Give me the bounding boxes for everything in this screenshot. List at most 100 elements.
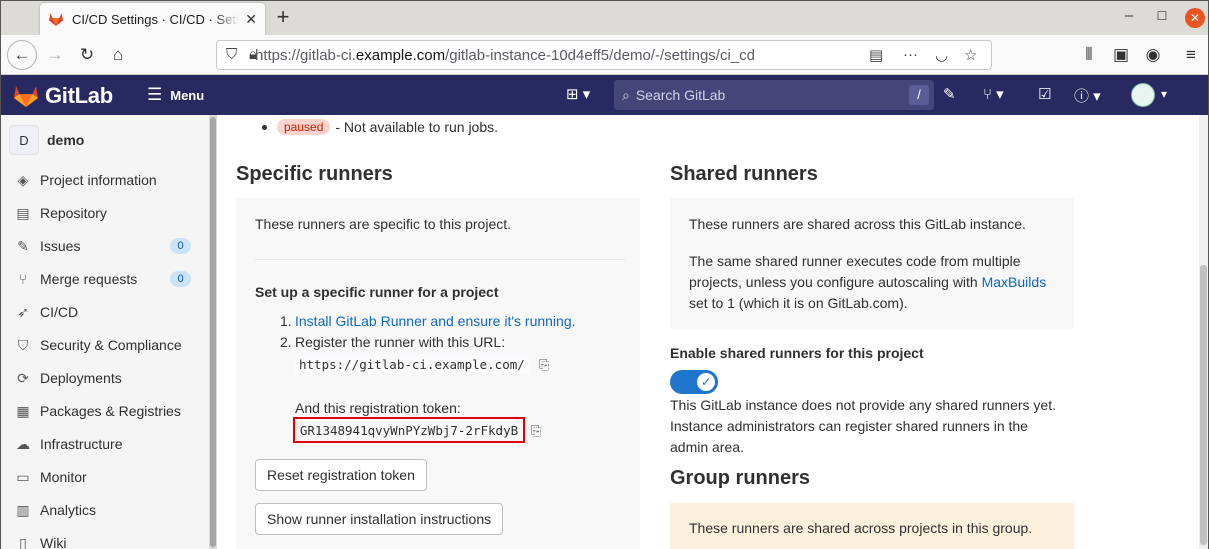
- lock-icon[interactable]: 🔒︎: [249, 46, 257, 63]
- more-actions-icon[interactable]: ···: [903, 46, 918, 63]
- reset-token-button[interactable]: Reset registration token: [255, 459, 427, 491]
- repository-icon: ▤: [16, 204, 30, 221]
- home-icon[interactable]: ⌂: [104, 41, 132, 69]
- paused-badge: paused: [277, 119, 331, 135]
- sidebar-item-merge-requests[interactable]: ⑂ Merge requests 0: [1, 264, 206, 294]
- token-label: And this registration token:: [295, 400, 461, 416]
- minimize-window-icon[interactable]: –: [1119, 7, 1139, 24]
- menu-label: Menu: [170, 87, 205, 103]
- step-1-number: 1.: [280, 313, 292, 329]
- search-placeholder: Search GitLab: [635, 87, 726, 103]
- sidebar-item-wiki[interactable]: ▯ Wiki: [1, 528, 206, 549]
- library-icon[interactable]: ⫴: [1075, 41, 1103, 69]
- main-content: paused - Not available to run jobs. Spec…: [217, 115, 1199, 549]
- install-runner-link[interactable]: Install GitLab Runner and ensure it's ru…: [295, 311, 576, 332]
- sidebar-scrollbar[interactable]: [209, 115, 217, 549]
- copy-url-icon[interactable]: ⎘: [539, 357, 553, 373]
- merge-requests-icon[interactable]: ⑂ ▾: [983, 85, 1004, 103]
- sidebar-item-label: Issues: [40, 238, 81, 254]
- forward-arrow-icon[interactable]: →: [41, 41, 69, 69]
- sidebar-item-infrastructure[interactable]: ☁ Infrastructure: [1, 429, 206, 459]
- back-arrow-icon[interactable]: ←: [7, 40, 37, 70]
- enable-shared-runners-label: Enable shared runners for this project: [670, 345, 924, 361]
- book-icon: ▯: [19, 534, 27, 549]
- project-avatar: D: [9, 125, 39, 155]
- chevron-down-icon[interactable]: ▾: [1161, 87, 1167, 101]
- gitlab-tanuki-icon: [14, 86, 38, 107]
- user-avatar[interactable]: [1131, 83, 1155, 107]
- shared-runners-intro: These runners are shared across this Git…: [689, 216, 1026, 232]
- gitlab-wordmark: GitLab: [45, 83, 113, 108]
- shield-icon[interactable]: ⛉: [226, 46, 237, 63]
- bullet: [262, 124, 267, 130]
- sidebar-toggle-icon[interactable]: ▣: [1107, 41, 1135, 69]
- help-icon[interactable]: ⓘ ▾: [1074, 85, 1101, 106]
- specific-runners-title: Specific runners: [236, 163, 393, 185]
- main-scrollbar-thumb[interactable]: [1200, 265, 1207, 545]
- search-shortcut-badge: /: [909, 85, 929, 105]
- shared-runners-title: Shared runners: [670, 163, 818, 185]
- issues-icon[interactable]: ✎: [943, 85, 956, 103]
- sidebar-scrollbar-thumb[interactable]: [210, 117, 216, 547]
- main-scrollbar[interactable]: [1199, 115, 1208, 549]
- shield-icon: ⛉: [17, 336, 29, 353]
- shared-note-line2: Instance administrators can register sha…: [670, 418, 1028, 434]
- close-window-icon[interactable]: ✕: [1185, 8, 1205, 28]
- specific-runners-intro: These runners are specific to this proje…: [255, 216, 512, 232]
- sidebar-item-label: Project information: [40, 172, 157, 188]
- group-runners-title: Group runners: [670, 467, 811, 489]
- sidebar-project-header[interactable]: D demo: [9, 125, 84, 155]
- package-icon: ▦: [16, 402, 30, 419]
- app-menu-icon[interactable]: ≡: [1177, 41, 1205, 69]
- shared-note-line3: admin area.: [670, 439, 744, 455]
- menu-button[interactable]: ☰ Menu: [147, 85, 204, 105]
- sidebar-item-monitor[interactable]: ▭ Monitor: [1, 462, 206, 492]
- search-input[interactable]: ⌕ Search GitLab /: [614, 80, 934, 110]
- todos-icon[interactable]: ☑: [1038, 85, 1051, 103]
- rocket-icon: ➶: [17, 303, 29, 320]
- reader-view-icon[interactable]: ▤: [869, 46, 883, 64]
- create-new-icon[interactable]: ⊞ ▾: [566, 85, 590, 103]
- browser-nav-bar: ← → ↻ ⌂ ⛉ 🔒︎ https://gitlab-ci.example.c…: [1, 35, 1208, 75]
- hamburger-icon: ☰: [147, 85, 163, 104]
- sidebar-item-analytics[interactable]: ▥ Analytics: [1, 495, 206, 525]
- sidebar-item-deployments[interactable]: ⟳ Deployments: [1, 363, 206, 393]
- maximize-window-icon[interactable]: ☐: [1152, 9, 1172, 23]
- shared-runners-desc-line2: projects, unless you configure autoscali…: [689, 274, 1047, 290]
- sidebar-item-security-compliance[interactable]: ⛉ Security & Compliance: [1, 330, 206, 360]
- sidebar-item-repository[interactable]: ▤ Repository: [1, 198, 206, 228]
- runner-url-code: https://gitlab-ci.example.com/: [295, 355, 529, 374]
- address-bar[interactable]: ⛉ 🔒︎ https://gitlab-ci.example.com/gitla…: [216, 40, 992, 70]
- url-text: https://gitlab-ci.example.com/gitlab-ins…: [255, 46, 755, 64]
- registration-token-highlight: GR1348941qvyWnPYzWbj7-2rFkdyB: [293, 417, 525, 443]
- maxbuilds-link[interactable]: MaxBuilds: [982, 274, 1047, 290]
- sidebar-item-label: Monitor: [40, 469, 87, 485]
- sidebar-item-issues[interactable]: ✎ Issues 0: [1, 231, 206, 261]
- close-tab-icon[interactable]: ✕: [245, 11, 257, 28]
- gitlab-logo[interactable]: GitLab: [13, 83, 113, 109]
- sidebar-item-label: Security & Compliance: [40, 337, 182, 353]
- pocket-icon[interactable]: ◡: [935, 46, 948, 64]
- bookmark-star-icon[interactable]: ☆: [964, 46, 977, 64]
- enable-shared-runners-toggle[interactable]: ✓: [670, 370, 718, 394]
- setup-title: Set up a specific runner for a project: [255, 284, 499, 300]
- sidebar-item-ci-cd[interactable]: ➶ CI/CD: [1, 297, 206, 327]
- account-icon[interactable]: ◉: [1139, 41, 1167, 69]
- registration-token-code: GR1348941qvyWnPYzWbj7-2rFkdyB: [299, 422, 519, 438]
- browser-tab[interactable]: CI/CD Settings · CI/CD · Settings ✕: [40, 3, 265, 35]
- show-runner-instructions-button[interactable]: Show runner installation instructions: [255, 503, 504, 535]
- gitlab-favicon-icon: [49, 13, 63, 26]
- monitor-icon: ▭: [16, 468, 30, 485]
- new-tab-icon[interactable]: +: [271, 5, 295, 29]
- sidebar-item-project-information[interactable]: ◈ Project information: [1, 165, 206, 195]
- group-runners-intro: These runners are shared across projects…: [689, 520, 1033, 536]
- reload-icon[interactable]: ↻: [73, 41, 101, 69]
- divider: [255, 259, 625, 260]
- shared-note-line1: This GitLab instance does not provide an…: [670, 397, 1056, 413]
- merge-request-icon: ⑂: [18, 271, 28, 287]
- shared-runners-desc-line3: set to 1 (which it is on GitLab.com).: [689, 295, 908, 311]
- sidebar-item-label: Analytics: [40, 502, 97, 518]
- copy-token-icon[interactable]: ⎘: [531, 423, 545, 439]
- register-url-label: Register the runner with this URL:: [295, 334, 506, 350]
- sidebar-item-packages-registries[interactable]: ▦ Packages & Registries: [1, 396, 206, 426]
